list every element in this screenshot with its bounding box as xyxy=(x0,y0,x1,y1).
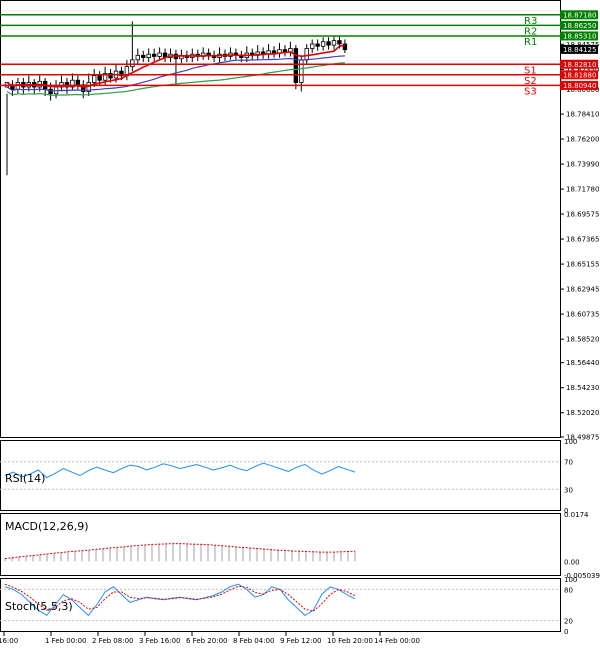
macd-tick-label: 0.0174 xyxy=(564,511,589,519)
candle-body xyxy=(75,79,81,86)
price-tick-label: 18.65155 xyxy=(566,261,599,269)
stoch-tick-label: 100 xyxy=(564,576,577,584)
stoch-tick-label: 20 xyxy=(564,618,573,626)
candle-body xyxy=(299,59,304,83)
stoch-panel xyxy=(0,578,561,632)
macd-tick-label: 0.00 xyxy=(564,558,580,566)
rsi-tick-label: 30 xyxy=(564,486,573,494)
price-tick-label: 18.73990 xyxy=(566,161,599,169)
pivot-price-label: 18.85310 xyxy=(563,32,596,40)
candle-body xyxy=(92,75,97,83)
price-tick-label: 18.71780 xyxy=(566,186,599,194)
pivot-name-r1: R1 xyxy=(524,37,537,48)
time-tick-label: 16:00 xyxy=(0,637,18,645)
price-tick-label: 18.62945 xyxy=(566,286,599,294)
pivot-price-label: 18.81880 xyxy=(563,71,596,79)
price-tick-label: 18.54230 xyxy=(566,384,599,392)
price-tick-label: 18.58520 xyxy=(566,336,599,344)
current-price-label: 18.84125 xyxy=(563,46,596,54)
rsi-tick-label: 100 xyxy=(564,438,577,446)
candle-body xyxy=(130,59,135,68)
price-tick-label: 18.56440 xyxy=(566,359,599,367)
pivot-price-label: 18.86250 xyxy=(563,22,596,30)
time-tick-label: 1 Feb 00:00 xyxy=(45,637,86,645)
candle-body xyxy=(135,54,140,61)
candle-body xyxy=(331,40,337,46)
time-tick-label: 6 Feb 20:00 xyxy=(186,637,227,645)
candle-body xyxy=(141,54,146,58)
time-tick-label: 10 Feb 20:00 xyxy=(327,637,373,645)
candle-body xyxy=(97,75,102,81)
time-tick-label: 14 Feb 00:00 xyxy=(374,637,420,645)
time-tick-label: 3 Feb 16:00 xyxy=(139,637,180,645)
pivot-price-label: 18.87180 xyxy=(563,11,596,19)
price-tick-label: 18.67365 xyxy=(566,236,599,244)
candle-body xyxy=(151,53,157,57)
chart-svg: R3R2R1S1S2S3 18.8457518.8235018.8060018.… xyxy=(0,0,600,645)
candle-body xyxy=(304,48,309,61)
candle-body xyxy=(271,50,277,54)
rsi-tick-label: 70 xyxy=(564,459,573,467)
candle-body xyxy=(157,52,162,57)
price-tick-label: 18.69575 xyxy=(566,211,599,219)
time-tick-label: 2 Feb 08:00 xyxy=(92,637,133,645)
stoch-tick-label: 80 xyxy=(564,586,573,594)
time-tick-label: 9 Feb 12:00 xyxy=(280,637,321,645)
candle-body xyxy=(146,53,151,58)
price-panel xyxy=(0,0,561,438)
time-tick-label: 8 Feb 04:00 xyxy=(233,637,274,645)
stoch-tick-label: 0 xyxy=(564,628,568,636)
pivot-name-s3: S3 xyxy=(524,86,537,97)
price-tick-label: 18.60735 xyxy=(566,311,599,319)
candle-body xyxy=(337,40,342,45)
candle-body xyxy=(315,43,320,47)
rsi-title: RSI(14) xyxy=(5,472,45,485)
pivot-price-label: 18.80940 xyxy=(563,82,596,90)
macd-title: MACD(12,26,9) xyxy=(5,520,89,533)
candle-body xyxy=(309,43,315,49)
candle-body xyxy=(320,41,326,47)
stoch-title: Stoch(5,5,3) xyxy=(5,600,73,613)
price-tick-label: 18.76200 xyxy=(566,136,599,144)
price-tick-label: 18.78410 xyxy=(566,111,599,119)
chart-canvas: R3R2R1S1S2S3 18.8457518.8235018.8060018.… xyxy=(0,0,600,650)
rsi-panel xyxy=(0,440,561,511)
price-tick-label: 18.52020 xyxy=(566,409,599,417)
candle-body xyxy=(326,41,331,46)
pivot-price-label: 18.82810 xyxy=(563,61,596,69)
